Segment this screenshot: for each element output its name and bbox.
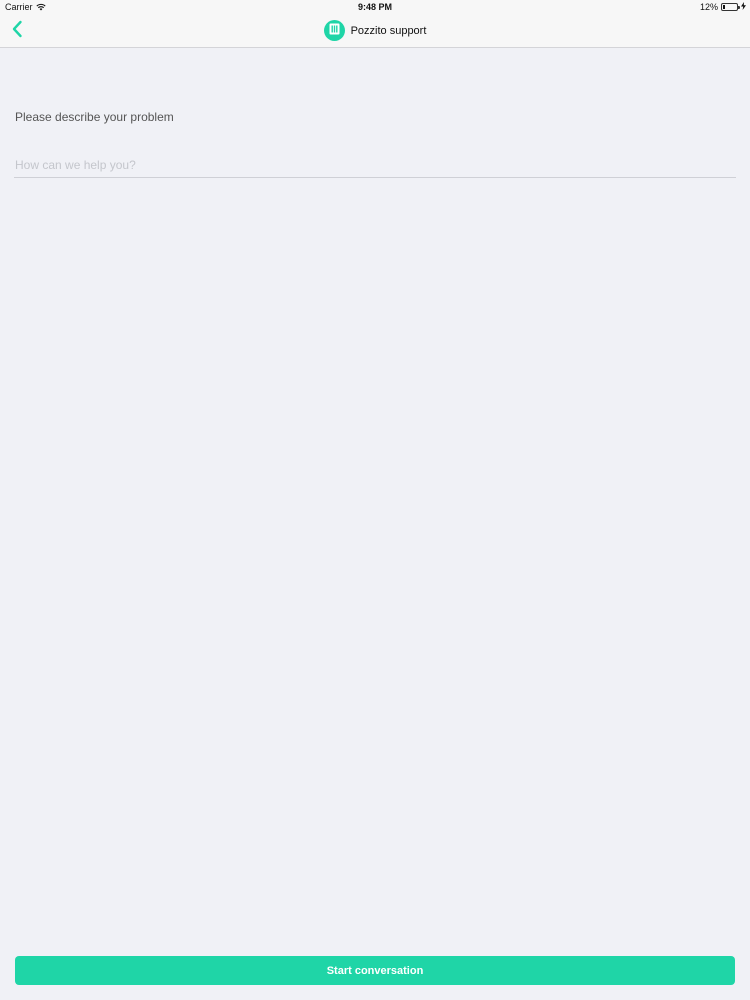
- page-title: Pozzito support: [350, 24, 427, 37]
- battery-fill: [723, 5, 725, 9]
- status-right: 12%: [700, 2, 746, 12]
- problem-input[interactable]: [14, 152, 736, 178]
- battery-percent: 12%: [699, 2, 718, 12]
- charging-bolt-icon: [741, 2, 746, 12]
- start-conversation-button[interactable]: Start conversation: [15, 956, 735, 985]
- document-icon: [329, 22, 340, 40]
- status-bar: Carrier 9:48 PM 12%: [0, 0, 750, 15]
- status-time: 9:48 PM: [357, 2, 392, 12]
- problem-label: Please describe your problem: [15, 110, 174, 124]
- support-screen: Carrier 9:48 PM 12% Pozzito support Plea…: [0, 0, 750, 1000]
- app-avatar: [323, 20, 345, 41]
- battery-icon: [721, 3, 740, 11]
- navigation-bar: Pozzito support: [0, 15, 750, 48]
- nav-title-group: Pozzito support: [0, 20, 750, 41]
